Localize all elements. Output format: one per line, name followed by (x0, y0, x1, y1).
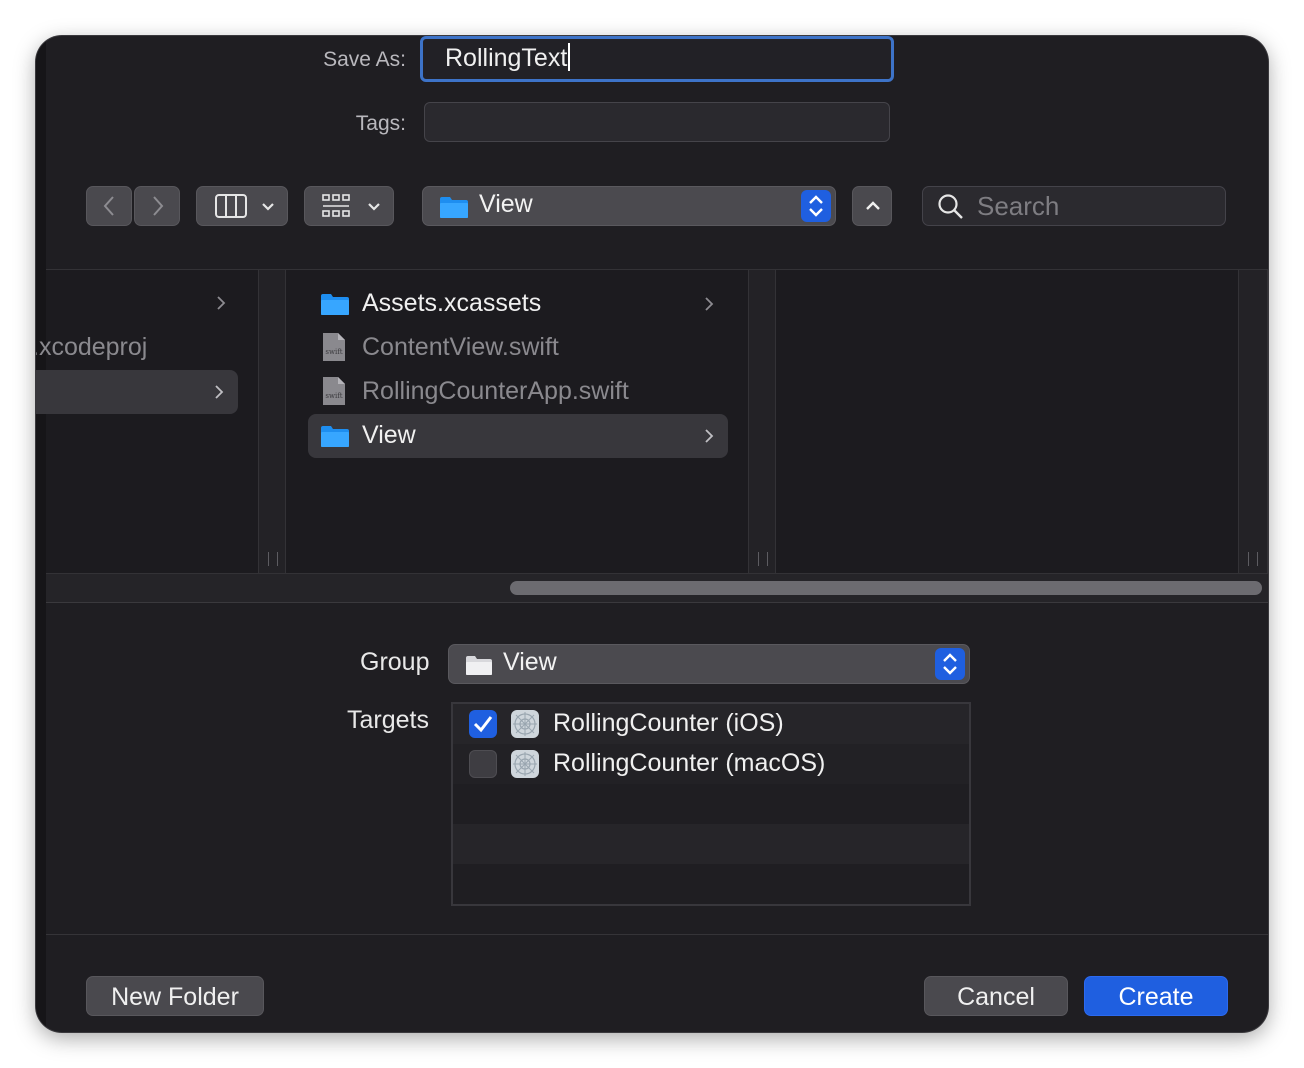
targets-label: Targets (347, 706, 429, 734)
swift-badge: swift (325, 392, 342, 400)
search-field[interactable]: Search (922, 186, 1226, 226)
location-popup[interactable]: View (422, 186, 836, 226)
column-view-icon (215, 194, 247, 218)
app-target-icon (511, 710, 539, 738)
swift-file-icon: swift (323, 377, 345, 405)
horizontal-scrollbar[interactable] (46, 573, 1268, 603)
group-by-button[interactable] (304, 186, 394, 226)
targets-list: RollingCounter (iOS) RollingCounter (mac… (451, 702, 971, 906)
column-2: Assets.xcassets swift ContentView.swift … (286, 270, 748, 574)
chevron-right-icon (215, 385, 224, 399)
group-popup[interactable]: View (448, 644, 970, 684)
swift-file-icon: swift (323, 333, 345, 361)
cancel-button[interactable]: Cancel (924, 976, 1068, 1016)
file-name: View (362, 421, 416, 449)
folder-icon (466, 656, 492, 675)
app-target-icon (511, 750, 539, 778)
scrollbar-thumb[interactable] (510, 581, 1262, 595)
folder-icon (321, 294, 349, 315)
location-label: View (479, 190, 533, 218)
save-as-value: RollingText (445, 44, 568, 72)
chevron-up-icon (866, 201, 880, 210)
target-checkbox[interactable] (469, 750, 497, 778)
column-1: .xcodeproj (36, 270, 258, 574)
list-item[interactable]: swift RollingCounterApp.swift (308, 370, 728, 414)
file-name: Assets.xcassets (362, 289, 542, 317)
popup-stepper (801, 190, 831, 222)
new-folder-button[interactable]: New Folder (86, 976, 264, 1016)
forward-button[interactable] (134, 186, 180, 226)
window-edge (36, 36, 46, 1032)
folder-icon (440, 197, 468, 218)
view-mode-button[interactable] (196, 186, 288, 226)
enclosing-folder-button[interactable] (852, 186, 892, 226)
tags-field[interactable] (424, 102, 890, 142)
popup-stepper (935, 648, 965, 680)
file-name: .xcodeproj (36, 333, 148, 361)
save-as-label: Save As: (323, 48, 406, 71)
resize-grip[interactable] (758, 552, 768, 566)
chevron-right-icon (705, 297, 714, 311)
chevron-right-icon (153, 196, 164, 216)
column-divider[interactable] (748, 270, 776, 574)
target-name: RollingCounter (iOS) (553, 709, 784, 737)
text-caret (568, 43, 571, 71)
resize-grip[interactable] (268, 552, 278, 566)
empty-row (453, 824, 969, 864)
search-placeholder: Search (977, 191, 1060, 221)
tags-label: Tags: (355, 112, 406, 135)
back-button[interactable] (86, 186, 132, 226)
footer-separator (46, 934, 1268, 935)
chevron-down-icon (368, 203, 380, 211)
up-down-chevron-icon (809, 195, 823, 217)
column-divider[interactable] (258, 270, 286, 574)
target-name: RollingCounter (macOS) (553, 749, 826, 777)
group-label: Group (360, 648, 430, 676)
chevron-right-icon (217, 296, 226, 310)
up-down-chevron-icon (943, 653, 957, 675)
column-divider[interactable] (1238, 270, 1268, 574)
group-value: View (503, 648, 557, 676)
column-browser: .xcodeproj Assets.xcassets swift Content… (36, 269, 1268, 574)
resize-grip[interactable] (1248, 552, 1258, 566)
list-item-selected[interactable]: View (308, 414, 728, 458)
chevron-right-icon (705, 429, 714, 443)
swift-badge: swift (325, 348, 342, 356)
create-button[interactable]: Create (1084, 976, 1228, 1016)
save-as-field[interactable]: RollingText (420, 36, 894, 82)
target-checkbox[interactable] (469, 710, 497, 738)
checkmark-icon (473, 716, 493, 733)
list-item[interactable]: swift ContentView.swift (308, 326, 728, 370)
target-row[interactable]: RollingCounter (iOS) (453, 704, 969, 744)
save-dialog: Save As: RollingText Tags: View Search .… (36, 36, 1268, 1032)
chevron-left-icon (103, 196, 114, 216)
file-name: RollingCounterApp.swift (362, 377, 629, 405)
empty-row (453, 864, 969, 904)
target-row[interactable]: RollingCounter (macOS) (453, 744, 969, 784)
chevron-down-icon (262, 203, 274, 211)
list-item[interactable]: Assets.xcassets (308, 282, 728, 326)
list-item-selected[interactable] (36, 370, 238, 414)
grid-group-icon (322, 194, 350, 217)
folder-icon (321, 426, 349, 447)
empty-row (453, 784, 969, 824)
search-icon (938, 194, 963, 219)
list-item[interactable]: .xcodeproj (36, 326, 242, 370)
column-3 (776, 270, 1238, 574)
file-name: ContentView.swift (362, 333, 559, 361)
